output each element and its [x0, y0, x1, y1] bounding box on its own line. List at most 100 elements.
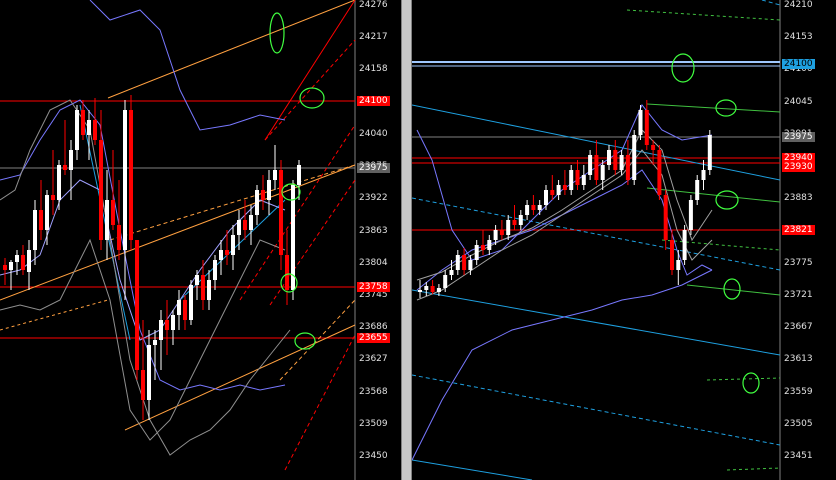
- candle-body: [525, 205, 530, 215]
- price-axis-label: 24153: [784, 32, 813, 43]
- candle-body: [141, 370, 145, 400]
- candle-body: [195, 275, 199, 285]
- candle-body: [512, 220, 517, 225]
- candle-body: [39, 210, 43, 230]
- candle-body: [493, 230, 498, 240]
- envelope: [0, 99, 291, 456]
- candle-body: [418, 290, 422, 292]
- candle-body: [455, 255, 460, 270]
- candle-body: [273, 170, 277, 180]
- candle-body: [443, 275, 448, 288]
- candle-body: [153, 340, 157, 345]
- candle-body: [213, 260, 217, 280]
- left-chart-canvas[interactable]: [0, 0, 401, 480]
- candle-body: [267, 180, 271, 200]
- price-axis-label: 24217: [359, 32, 388, 43]
- price-tag: 23975: [357, 163, 390, 173]
- price-axis-label: 23509: [359, 418, 388, 429]
- candle-body: [165, 320, 169, 330]
- projection-line: [279, 299, 356, 381]
- candle-body: [255, 190, 259, 215]
- price-axis-label: 23775: [784, 257, 813, 268]
- price-axis-label: 23721: [784, 289, 813, 300]
- candle-body: [462, 255, 467, 270]
- marker-circle: [671, 53, 695, 83]
- candle-body: [15, 255, 19, 262]
- candle-body: [285, 255, 289, 290]
- candle-body: [129, 110, 133, 240]
- green-line: [686, 284, 781, 296]
- candle-body: [147, 345, 151, 400]
- candle-body: [569, 170, 574, 190]
- candle-body: [237, 220, 241, 235]
- price-axis-label: 23883: [784, 193, 813, 204]
- candle-body: [499, 230, 504, 235]
- candle-body: [594, 155, 599, 180]
- candle-body: [518, 215, 523, 225]
- price-tag: 24100: [782, 59, 815, 69]
- candle-body: [117, 225, 121, 250]
- right-chart-pane[interactable]: 2421024153241002404523991239372388323829…: [412, 0, 836, 480]
- candle-body: [75, 110, 79, 150]
- candle-body: [3, 265, 7, 270]
- candle-body: [261, 190, 265, 200]
- left-chart-pane[interactable]: 24276 24217 24158 24100 24040 23975 23922 23863…: [0, 0, 401, 480]
- candle-body: [111, 200, 115, 225]
- price-axis-label: 23667: [784, 322, 813, 333]
- candle-body: [487, 240, 492, 250]
- candle-body: [707, 135, 712, 170]
- marker-circle: [299, 87, 325, 109]
- candle-body: [531, 205, 536, 210]
- price-axis-label: 24276: [359, 0, 388, 10]
- price-axis-label: 23863: [359, 225, 388, 236]
- candle-body: [57, 165, 61, 200]
- candle-body: [279, 170, 283, 255]
- candle-body: [93, 120, 97, 140]
- candle-body: [249, 215, 253, 230]
- candle-body: [506, 220, 511, 235]
- candle-body: [189, 285, 193, 320]
- band-middle: [0, 179, 286, 341]
- candle-body: [171, 315, 175, 330]
- candle-body: [123, 110, 127, 250]
- candle-body: [663, 195, 668, 240]
- candle-body: [99, 140, 103, 240]
- price-axis-label: 23686: [359, 322, 388, 333]
- pane-splitter[interactable]: [401, 0, 412, 480]
- candle-body: [81, 110, 85, 135]
- price-axis-label: 23450: [359, 451, 388, 461]
- price-tag: 23821: [782, 225, 815, 235]
- candle-body: [87, 120, 91, 135]
- candle-body: [632, 135, 637, 180]
- candle-body: [588, 155, 593, 175]
- red-channel: [284, 334, 356, 471]
- trendline: [412, 289, 781, 356]
- candle-body: [701, 170, 706, 180]
- candle-body: [51, 195, 55, 200]
- candle-body: [688, 200, 693, 230]
- candle-body: [45, 195, 49, 230]
- candle-body: [225, 250, 229, 255]
- price-axis-label: 23505: [784, 418, 813, 429]
- candle-body: [177, 300, 181, 315]
- candle-body: [449, 270, 454, 275]
- candle-body: [550, 190, 555, 195]
- price-axis-label: 23568: [359, 386, 388, 397]
- candle-body: [676, 260, 681, 270]
- green-line: [726, 467, 781, 471]
- candle-body: [69, 150, 73, 170]
- candle-body: [243, 220, 247, 230]
- price-axis-label: 24158: [359, 64, 388, 75]
- candle-body: [638, 110, 643, 135]
- price-tag: 23758: [357, 282, 390, 292]
- candle-body: [575, 170, 580, 185]
- candle-body: [27, 250, 31, 272]
- candle-body: [556, 185, 561, 195]
- price-tag: 23655: [357, 333, 390, 343]
- price-axis-label: 24040: [359, 128, 388, 139]
- right-chart-canvas[interactable]: [412, 0, 836, 480]
- candle-body: [201, 275, 205, 300]
- price-axis-label: 23613: [784, 354, 813, 365]
- candle-body: [21, 255, 25, 270]
- candle-body: [297, 165, 301, 185]
